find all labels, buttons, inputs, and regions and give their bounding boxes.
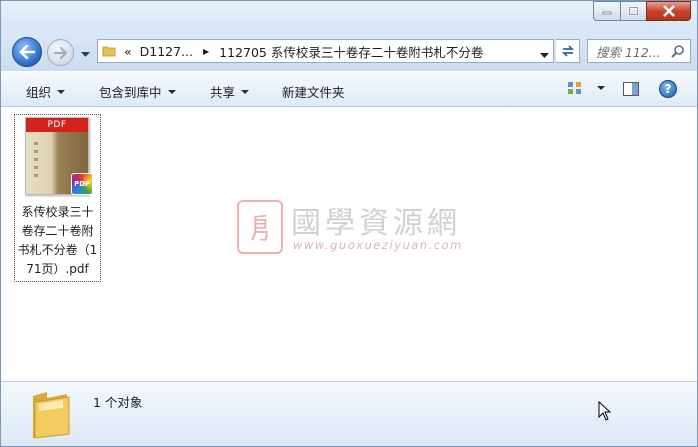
breadcrumb-segment-2[interactable]: 112705 系传校录三十卷存二十卷附书札不分卷 <box>215 42 487 61</box>
caption-buttons <box>593 1 691 21</box>
folder-icon <box>98 44 120 58</box>
breadcrumb-arrow-icon[interactable]: ▶ <box>197 47 215 56</box>
search-placeholder: 搜索 112... <box>596 44 661 60</box>
watermark-title: 國學資源網 <box>291 206 461 241</box>
chevron-down-icon <box>241 89 250 94</box>
back-button[interactable] <box>12 37 42 67</box>
minimize-button[interactable] <box>593 1 620 21</box>
share-label: 共享 <box>210 85 236 100</box>
arrow-left-icon <box>19 45 35 59</box>
file-list-area[interactable]: PDF PDF 系传校录三十卷存二十卷附书札不分卷（171页）.pdf 㐆 國學… <box>1 108 697 381</box>
item-count: 1 个对象 <box>93 395 143 410</box>
refresh-button[interactable] <box>556 39 580 63</box>
thumbnail-text-lines <box>34 142 38 182</box>
maximize-icon <box>628 6 639 16</box>
close-button[interactable] <box>646 1 691 21</box>
watermark: 㐆 國學資源網 www.guoxueziyuan.com <box>237 198 497 258</box>
thumbnail-header: PDF <box>26 118 88 132</box>
help-button[interactable]: ? <box>659 80 677 98</box>
forward-button[interactable] <box>47 39 74 66</box>
include-library-menu[interactable]: 包含到库中 <box>99 82 176 101</box>
view-grid-icon <box>568 82 581 94</box>
file-item[interactable]: PDF PDF 系传校录三十卷存二十卷附书札不分卷（171页）.pdf <box>14 114 101 282</box>
preview-pane-icon <box>623 82 639 96</box>
seal-logo-icon: 㐆 <box>237 200 283 254</box>
chevron-down-icon <box>540 53 549 58</box>
arrow-right-icon <box>53 46 67 59</box>
watermark-url: www.guoxueziyuan.com <box>293 238 463 252</box>
pdf-file-icon: PDF <box>71 173 93 195</box>
title-bar <box>1 1 697 31</box>
chevron-down-icon <box>81 52 90 57</box>
mouse-cursor-icon <box>598 400 612 424</box>
preview-pane-button[interactable] <box>623 82 639 99</box>
command-bar: 组织 包含到库中 共享 新建文件夹 ? <box>1 71 697 107</box>
chevron-down-icon <box>57 89 66 94</box>
breadcrumb-segment-1[interactable]: D1127... <box>136 44 197 59</box>
chevron-down-icon <box>597 86 605 90</box>
maximize-button[interactable] <box>620 1 646 21</box>
new-folder-label: 新建文件夹 <box>282 85 345 100</box>
folder-icon <box>29 388 73 443</box>
organize-menu[interactable]: 组织 <box>26 82 66 101</box>
refresh-icon <box>561 45 574 57</box>
recent-pages-dropdown[interactable] <box>81 47 90 61</box>
file-name: 系传校录三十卷存二十卷附书札不分卷（171页）.pdf <box>17 205 98 276</box>
explorer-window: « D1127... ▶ 112705 系传校录三十卷存二十卷附书札不分卷 搜索… <box>0 0 698 447</box>
search-input[interactable]: 搜索 112... <box>587 39 691 63</box>
share-menu[interactable]: 共享 <box>210 82 250 101</box>
new-folder-button[interactable]: 新建文件夹 <box>282 82 345 101</box>
view-options-button[interactable] <box>567 81 605 95</box>
search-icon <box>671 44 685 61</box>
chevron-down-icon <box>167 89 176 94</box>
navigation-bar: « D1127... ▶ 112705 系传校录三十卷存二十卷附书札不分卷 搜索… <box>1 31 697 71</box>
include-library-label: 包含到库中 <box>99 85 162 100</box>
organize-label: 组织 <box>26 85 52 100</box>
close-icon <box>662 5 675 17</box>
address-history-dropdown[interactable] <box>540 47 549 62</box>
address-overflow[interactable]: « <box>120 44 136 59</box>
details-pane: 1 个对象 <box>1 381 697 446</box>
minimize-icon <box>602 11 612 15</box>
address-bar[interactable]: « D1127... ▶ 112705 系传校录三十卷存二十卷附书札不分卷 <box>97 39 554 63</box>
